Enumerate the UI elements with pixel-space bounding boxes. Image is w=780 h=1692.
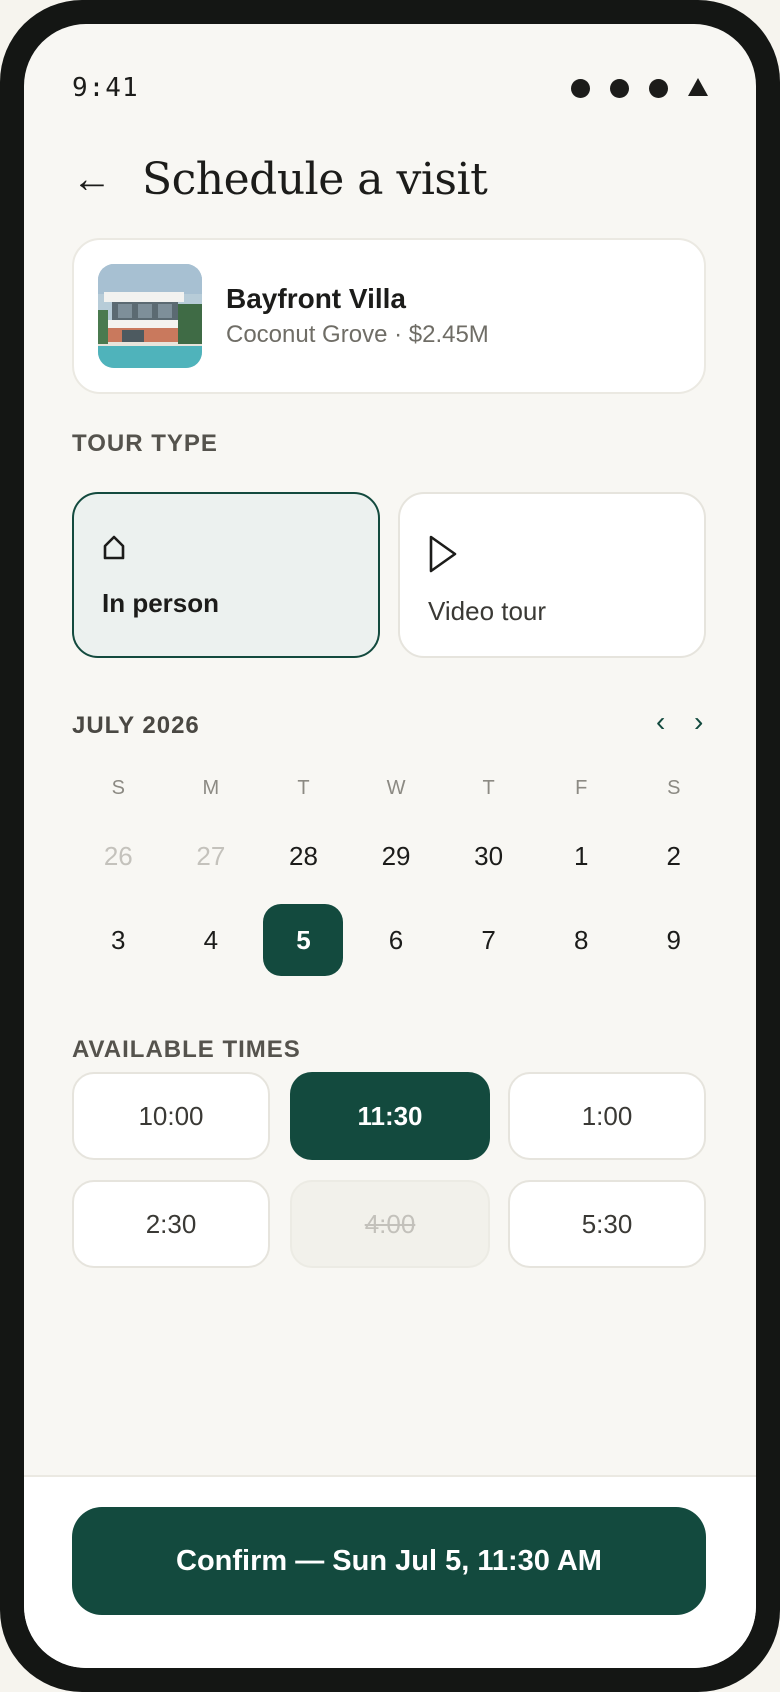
calendar-day[interactable]: 8 [535, 904, 628, 976]
status-icons [571, 78, 708, 98]
calendar-day[interactable]: 4 [165, 904, 258, 976]
calendar-day[interactable]: 29 [350, 820, 443, 892]
status-bar: 9:41 [72, 68, 708, 108]
status-time: 9:41 [72, 73, 139, 103]
wifi-dot-icon [610, 78, 629, 98]
phone-frame: 9:41 ← Schedule a visit Bayfront Villa C… [0, 0, 780, 1692]
play-icon [428, 534, 458, 579]
calendar-day[interactable]: 9 [627, 904, 720, 976]
calendar-day[interactable]: 3 [72, 904, 165, 976]
calendar-weekday-row: S M T W T F S [72, 768, 720, 808]
time-slot[interactable]: 2:30 [72, 1180, 270, 1268]
listing-details: Bayfront Villa Coconut Grove · $2.45M [226, 283, 489, 349]
calendar-month-label: JULY 2026 [72, 712, 200, 739]
page-title: Schedule a visit [142, 153, 488, 205]
chevron-left-icon[interactable]: ‹ [656, 708, 665, 736]
calendar-day[interactable]: 2 [627, 820, 720, 892]
selected-day-pill: 5 [263, 904, 344, 976]
calendar-day[interactable]: 1 [535, 820, 628, 892]
weekday-label: F [575, 776, 588, 799]
listing-name: Bayfront Villa [226, 283, 406, 314]
time-slot[interactable]: 10:00 [72, 1072, 270, 1160]
calendar-day[interactable]: 30 [442, 820, 535, 892]
confirm-button[interactable]: Confirm — Sun Jul 5, 11:30 AM [72, 1507, 706, 1615]
calendar-day: 26 [103, 840, 133, 871]
house-icon [102, 534, 126, 565]
calendar-day-selected[interactable]: 5 [257, 904, 350, 976]
listing-location-price: Coconut Grove · $2.45M [226, 321, 489, 348]
calendar-week-row: 3 4 5 6 7 8 9 [72, 904, 720, 976]
listing-card[interactable]: Bayfront Villa Coconut Grove · $2.45M [72, 238, 706, 394]
weekday-label: T [482, 776, 495, 799]
weekday-label: M [202, 776, 220, 799]
time-slot[interactable]: 1:00 [508, 1072, 706, 1160]
tour-option-video[interactable]: Video tour [398, 492, 706, 658]
battery-dot-icon [649, 78, 668, 98]
app-screen: 9:41 ← Schedule a visit Bayfront Villa C… [24, 24, 756, 1668]
tour-option-label: Video tour [428, 596, 547, 626]
weekday-label: T [297, 776, 310, 799]
calendar-week-row: 26 27 28 29 30 1 2 [72, 820, 720, 892]
time-slot[interactable]: 5:30 [508, 1180, 706, 1268]
page-header: ← Schedule a visit [72, 144, 488, 214]
calendar-day[interactable]: 6 [350, 904, 443, 976]
time-slot-selected[interactable]: 11:30 [290, 1072, 490, 1160]
network-triangle-icon [688, 78, 708, 96]
calendar-day[interactable]: 28 [257, 820, 350, 892]
available-times-label: AVAILABLE TIMES [72, 1036, 301, 1063]
arrow-left-icon[interactable]: ← [72, 159, 112, 199]
weekday-label: S [667, 776, 681, 799]
weekday-label: S [111, 776, 125, 799]
calendar-day: 27 [196, 840, 226, 871]
time-slot-unavailable: 4:00 [290, 1180, 490, 1268]
listing-photo [98, 264, 202, 368]
tour-option-in-person[interactable]: In person [72, 492, 380, 658]
tour-option-label: In person [102, 588, 220, 618]
tour-type-label: TOUR TYPE [72, 430, 218, 457]
chevron-right-icon[interactable]: › [694, 708, 703, 736]
signal-dot-icon [571, 78, 590, 98]
weekday-label: W [386, 776, 406, 799]
calendar-day[interactable]: 7 [442, 904, 535, 976]
